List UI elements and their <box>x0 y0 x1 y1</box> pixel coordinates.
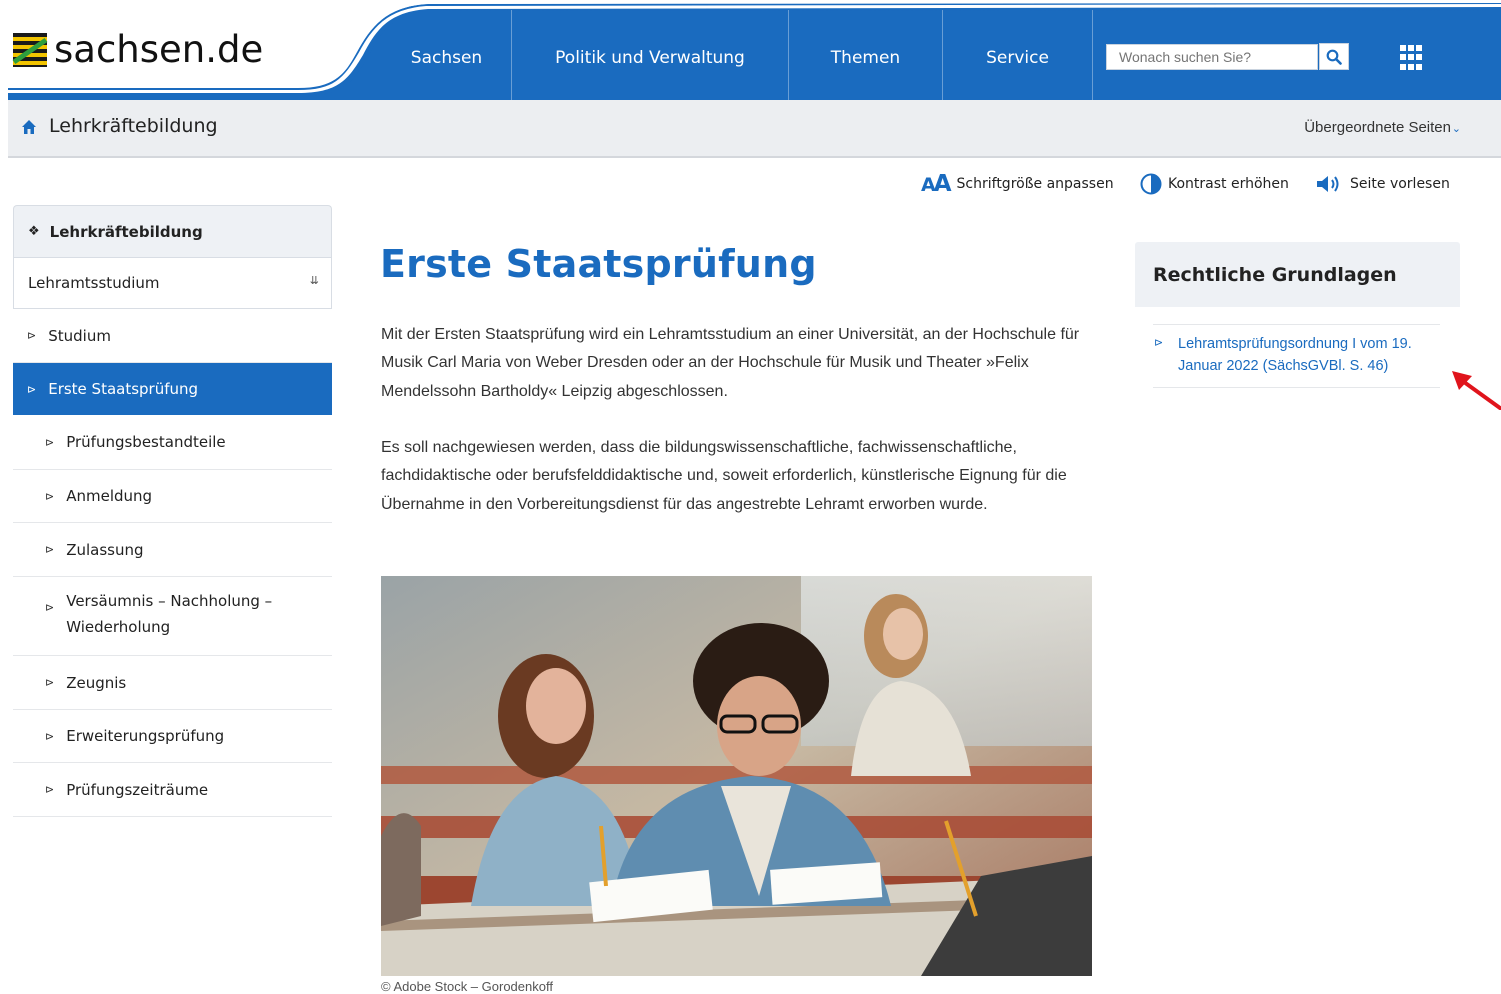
speaker-icon <box>1317 176 1339 192</box>
nav-item-service[interactable]: Service <box>943 10 1093 100</box>
sidebar-section-label: Lehramtsstudium <box>28 274 160 292</box>
font-size-icon: AA <box>921 171 952 197</box>
sidebar-item-label: Studium <box>48 326 111 345</box>
breadcrumb: Lehrkräftebildung Übergeordnete Seiten ⌄ <box>8 100 1501 158</box>
aside-heading: Rechtliche Grundlagen <box>1135 242 1460 307</box>
sidebar-item-zulassung[interactable]: ⊳ Zulassung <box>13 523 332 577</box>
sidebar-item-pruefungsbestandteile[interactable]: ⊳ Prüfungsbestandteile <box>13 415 332 470</box>
chevron-right-icon: ⊳ <box>45 489 55 503</box>
contrast-button[interactable]: Kontrast erhöhen <box>1140 172 1289 196</box>
site-header: sachsen.de Sachsen Politik und Verwaltun… <box>8 0 1501 100</box>
contrast-icon <box>1140 173 1162 195</box>
chevron-right-icon: ⊳ <box>45 729 55 743</box>
image-caption: © Adobe Stock – Gorodenkoff <box>381 979 553 994</box>
students-exam-photo <box>381 576 1092 976</box>
red-arrow-annotation <box>1452 371 1501 410</box>
chevron-right-icon: ⊳ <box>45 676 55 689</box>
body-paragraph: Es soll nachgewiesen werden, dass die bi… <box>381 439 1067 513</box>
font-size-label: Schriftgröße anpassen <box>956 176 1114 192</box>
read-aloud-label: Seite vorlesen <box>1350 176 1450 192</box>
divider <box>1153 324 1440 325</box>
sidebar-item-label: Prüfungsbestandteile <box>66 433 226 451</box>
chevron-right-icon: ⊳ <box>45 601 55 614</box>
sidebar-item-label: Zeugnis <box>66 673 127 692</box>
search-input[interactable] <box>1107 45 1317 69</box>
main-navigation: Sachsen Politik und Verwaltung Themen Se… <box>382 10 1093 100</box>
chevron-right-icon: ⊳ <box>45 783 55 796</box>
search-box <box>1106 44 1318 70</box>
sidebar-section-lehramtsstudium[interactable]: Lehramtsstudium ⇊ <box>13 257 332 309</box>
intro-paragraph: Mit der Ersten Staatsprüfung wird ein Le… <box>381 326 1080 400</box>
sidebar-item-zeugnis[interactable]: ⊳ Zeugnis <box>13 656 332 710</box>
sidebar-item-erste-staatspruefung[interactable]: ⊳ Erste Staatsprüfung <box>13 363 332 415</box>
legal-document-link[interactable]: Lehramtsprüfungsordnung I vom 19. Januar… <box>1178 333 1448 377</box>
sidebar-item-pruefungszeitraeume[interactable]: ⊳ Prüfungszeiträume <box>13 763 332 817</box>
sidebar-root-link[interactable]: ❖ Lehrkräftebildung <box>13 205 332 257</box>
sidebar-item-label: Erweiterungsprüfung <box>66 727 225 745</box>
sidebar-item-erweiterungspruefung[interactable]: ⊳ Erweiterungsprüfung <box>13 710 332 763</box>
crosshair-icon: ❖ <box>28 224 40 239</box>
parent-pages-link[interactable]: Übergeordnete Seiten <box>1304 119 1451 136</box>
sidebar-item-studium[interactable]: ⊳ Studium <box>13 309 332 363</box>
chevron-down-icon: ⌄ <box>1451 122 1461 135</box>
divider <box>1153 387 1440 388</box>
sidebar-item-label: Anmeldung <box>66 487 153 505</box>
logo-text: sachsen.de <box>54 28 264 71</box>
nav-item-themen[interactable]: Themen <box>789 10 943 100</box>
chevron-right-icon: ⊳ <box>1154 336 1164 349</box>
apps-grid-icon[interactable] <box>1400 45 1426 71</box>
breadcrumb-title[interactable]: Lehrkräftebildung <box>49 115 218 137</box>
sidebar-root-label: Lehrkräftebildung <box>49 222 203 241</box>
contrast-label: Kontrast erhöhen <box>1168 176 1289 192</box>
chevron-right-icon: ⊳ <box>27 329 37 342</box>
sidebar-item-anmeldung[interactable]: ⊳ Anmeldung <box>13 470 332 523</box>
nav-item-politik[interactable]: Politik und Verwaltung <box>512 10 789 100</box>
sidebar-item-label: Prüfungszeiträume <box>66 780 209 799</box>
home-icon[interactable] <box>21 119 37 135</box>
font-size-button[interactable]: AA Schriftgröße anpassen <box>921 171 1114 197</box>
nav-item-sachsen[interactable]: Sachsen <box>382 10 512 100</box>
sidebar-navigation: ❖ Lehrkräftebildung Lehramtsstudium ⇊ ⊳ … <box>13 205 332 817</box>
chevron-right-icon: ⊳ <box>45 435 55 449</box>
sidebar-item-label: Erste Staatsprüfung <box>48 380 199 398</box>
search-button[interactable] <box>1319 43 1349 70</box>
sidebar-item-versaeumnis[interactable]: ⊳ Versäumnis – Nachholung – Wiederholung <box>13 577 332 656</box>
chevron-right-icon: ⊳ <box>45 543 55 556</box>
site-logo[interactable]: sachsen.de <box>12 28 263 72</box>
saxony-coat-of-arms-icon <box>12 33 48 67</box>
read-aloud-button[interactable]: Seite vorlesen <box>1315 172 1450 196</box>
chevron-right-icon: ⊳ <box>27 382 37 396</box>
sidebar-item-label: Versäumnis – Nachholung – Wiederholung <box>66 592 273 636</box>
sidebar-item-label: Zulassung <box>66 540 144 559</box>
page-title: Erste Staatsprüfung <box>380 242 817 286</box>
search-icon <box>1326 49 1342 65</box>
double-chevron-down-icon: ⇊ <box>309 274 319 287</box>
